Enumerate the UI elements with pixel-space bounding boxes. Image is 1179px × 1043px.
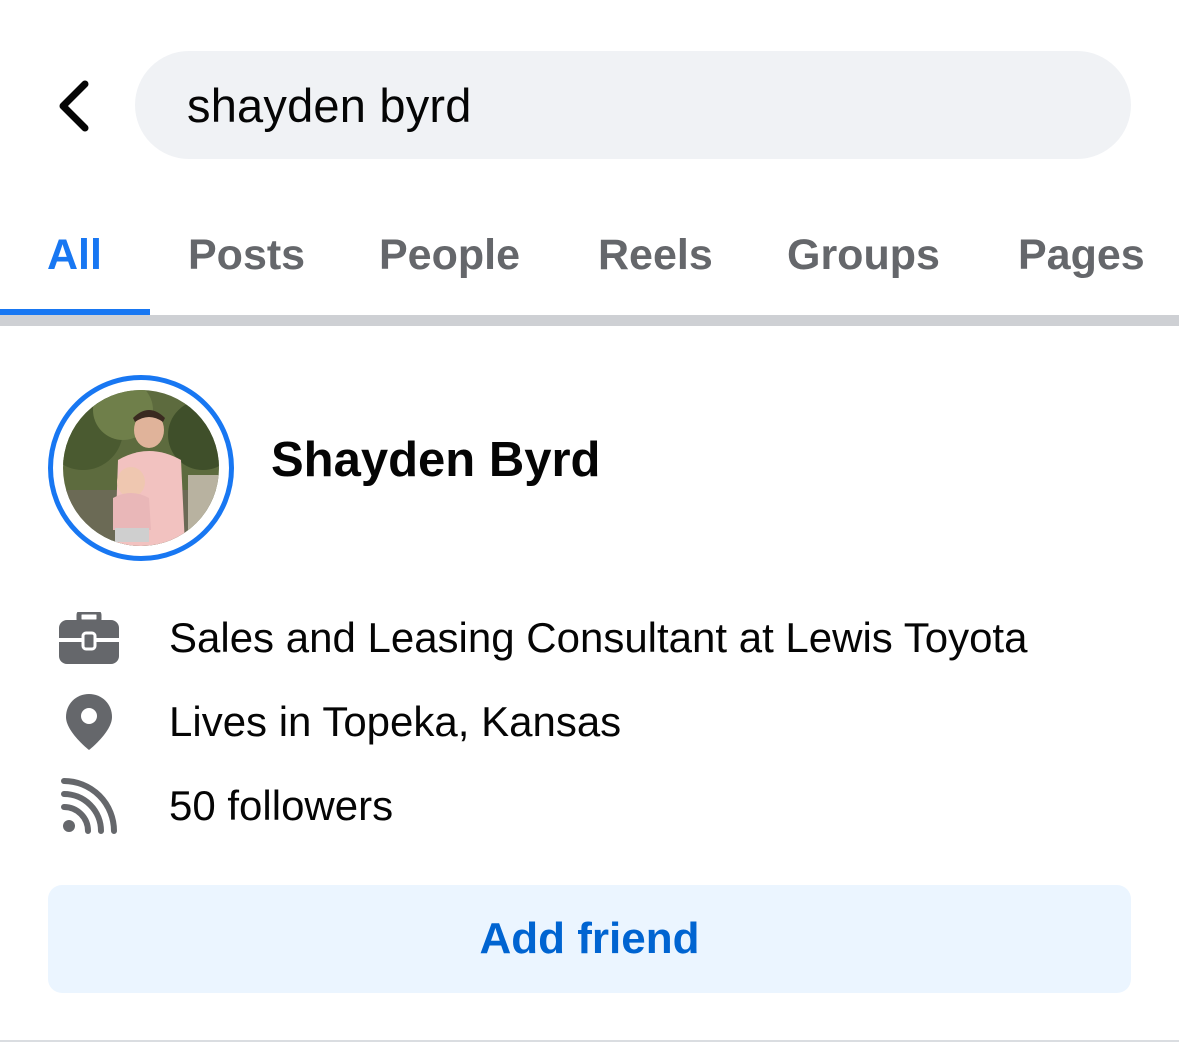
briefcase-icon [56, 610, 122, 666]
profile-name[interactable]: Shayden Byrd [271, 432, 600, 488]
add-friend-button[interactable]: Add friend [48, 885, 1131, 993]
back-button[interactable] [40, 66, 110, 146]
rss-feed-icon [56, 778, 122, 834]
avatar[interactable] [48, 375, 234, 561]
info-row-followers: 50 followers [0, 770, 1179, 840]
tab-people[interactable]: People [379, 200, 520, 310]
tab-all[interactable]: All [47, 200, 102, 310]
info-row-location: Lives in Topeka, Kansas [0, 686, 1179, 756]
add-friend-label: Add friend [479, 914, 700, 963]
chevron-left-icon [59, 80, 89, 132]
tab-reels[interactable]: Reels [598, 200, 713, 310]
profile-photo [63, 390, 219, 546]
search-query-text: shayden byrd [187, 78, 472, 132]
work-text: Sales and Leasing Consultant at Lewis To… [169, 614, 1028, 661]
tabs-divider [0, 315, 1179, 326]
info-row-work: Sales and Leasing Consultant at Lewis To… [0, 602, 1179, 672]
followers-text: 50 followers [169, 782, 394, 829]
tab-posts[interactable]: Posts [188, 200, 305, 310]
search-results-page: shayden byrd All Posts People Reels Grou… [0, 0, 1179, 1043]
search-input[interactable]: shayden byrd [135, 51, 1131, 159]
location-text: Lives in Topeka, Kansas [169, 698, 622, 745]
result-divider [0, 1040, 1179, 1042]
search-filter-tabs: All Posts People Reels Groups Pages [0, 200, 1179, 315]
tab-pages[interactable]: Pages [1018, 200, 1145, 310]
tab-groups[interactable]: Groups [787, 200, 940, 310]
location-pin-icon [56, 694, 122, 750]
